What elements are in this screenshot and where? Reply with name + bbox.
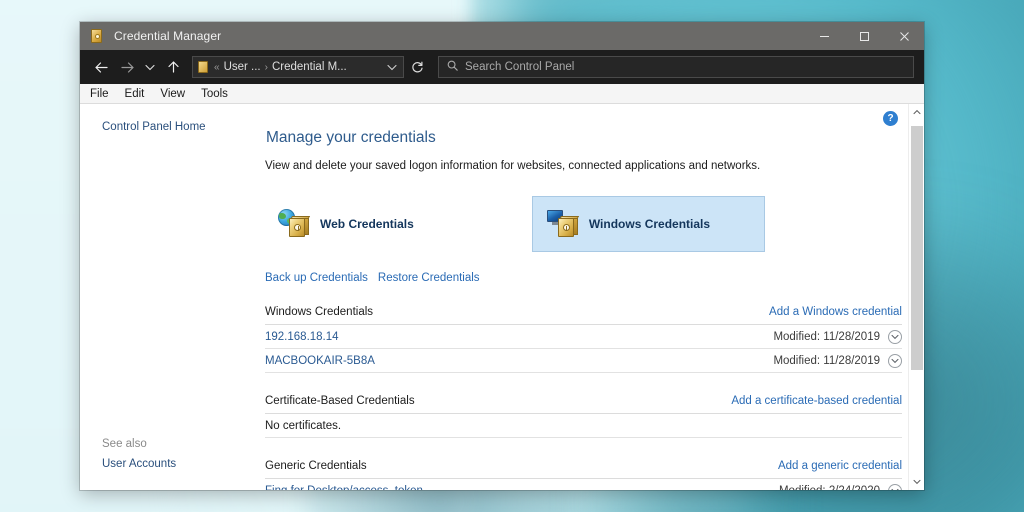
minimize-button[interactable] bbox=[804, 22, 844, 50]
menu-tools[interactable]: Tools bbox=[200, 88, 229, 100]
add-a-certificate-based-credential-link[interactable]: Add a certificate-based credential bbox=[731, 395, 902, 407]
recent-locations-button[interactable] bbox=[140, 54, 160, 80]
table-row[interactable]: 192.168.18.14 Modified: 11/28/2019 bbox=[265, 325, 902, 349]
back-button[interactable] bbox=[88, 54, 114, 80]
table-row[interactable]: MACBOOKAIR-5B8A Modified: 11/28/2019 bbox=[265, 349, 902, 373]
maximize-button[interactable] bbox=[844, 22, 884, 50]
sidebar-item-user-accounts[interactable]: User Accounts bbox=[80, 454, 265, 474]
chevron-down-icon[interactable] bbox=[888, 329, 902, 344]
credential-modified: Modified: 2/24/2020 bbox=[779, 485, 880, 491]
scrollbar-track[interactable] bbox=[908, 120, 924, 474]
page-title: Manage your credentials bbox=[266, 129, 436, 146]
scrollbar-thumb[interactable] bbox=[910, 126, 923, 370]
window-controls bbox=[804, 22, 924, 50]
tile-windows-credentials-label: Windows Credentials bbox=[588, 217, 711, 231]
scroll-down-arrow[interactable] bbox=[909, 474, 925, 490]
section-generic-credentials: Generic Credentials Add a generic creden… bbox=[265, 460, 902, 490]
chevron-down-icon[interactable] bbox=[888, 353, 902, 368]
title-bar: Credential Manager bbox=[80, 22, 924, 50]
back-up-credentials-link[interactable]: Back up Credentials bbox=[265, 272, 368, 284]
section-title: Generic Credentials bbox=[265, 460, 367, 472]
web-credentials-icon bbox=[278, 209, 312, 239]
breadcrumb-separator-icon: › bbox=[264, 61, 268, 73]
see-also-label: See also bbox=[102, 438, 147, 450]
forward-button[interactable] bbox=[114, 54, 140, 80]
help-icon[interactable]: ? bbox=[883, 111, 898, 126]
menu-view[interactable]: View bbox=[159, 88, 186, 100]
main-content: ? Manage your credentials View and delet… bbox=[265, 104, 924, 490]
section-title: Certificate-Based Credentials bbox=[265, 395, 415, 407]
section-title: Windows Credentials bbox=[265, 306, 374, 318]
window-body: Control Panel Home See also User Account… bbox=[80, 104, 924, 490]
section-certificate-based-credentials: Certificate-Based Credentials Add a cert… bbox=[265, 395, 902, 438]
add-a-windows-credential-link[interactable]: Add a Windows credential bbox=[769, 306, 902, 318]
breadcrumb-overflow[interactable]: « bbox=[214, 62, 220, 73]
credential-name[interactable]: MACBOOKAIR-5B8A bbox=[265, 355, 375, 367]
credential-modified: Modified: 11/28/2019 bbox=[773, 354, 880, 367]
vertical-scrollbar[interactable] bbox=[908, 104, 924, 490]
address-bar[interactable]: « User ... › Credential M... bbox=[192, 56, 404, 78]
credential-name[interactable]: Fing for Desktop/access_token bbox=[265, 485, 423, 491]
section-windows-credentials: Windows Credentials Add a Windows creden… bbox=[265, 306, 902, 373]
chevron-down-icon[interactable] bbox=[888, 483, 902, 490]
tile-web-credentials-label: Web Credentials bbox=[320, 217, 414, 231]
menu-file[interactable]: File bbox=[89, 88, 110, 100]
up-button[interactable] bbox=[160, 54, 186, 80]
window-title: Credential Manager bbox=[114, 29, 222, 43]
chevron-down-icon[interactable] bbox=[384, 64, 400, 71]
address-vault-icon bbox=[196, 60, 210, 74]
table-row[interactable]: Fing for Desktop/access_token Modified: … bbox=[265, 479, 902, 490]
close-button[interactable] bbox=[884, 22, 924, 50]
search-icon bbox=[447, 60, 458, 74]
navigation-bar: « User ... › Credential M... bbox=[80, 50, 924, 84]
window-icon bbox=[89, 28, 105, 44]
tile-web-credentials[interactable]: Web Credentials bbox=[265, 196, 429, 252]
credential-modified: Modified: 11/28/2019 bbox=[773, 330, 880, 343]
credential-actions: Back up Credentials Restore Credentials bbox=[265, 272, 902, 284]
windows-credentials-icon bbox=[546, 209, 581, 239]
credential-name[interactable]: 192.168.18.14 bbox=[265, 331, 339, 343]
sidebar-see-also: See also User Accounts bbox=[80, 434, 265, 474]
tile-windows-credentials[interactable]: Windows Credentials bbox=[531, 196, 765, 252]
search-box[interactable] bbox=[438, 56, 914, 78]
empty-state-text: No certificates. bbox=[265, 414, 902, 438]
credential-manager-window: Credential Manager « User ... › Credenti… bbox=[80, 22, 924, 490]
sidebar: Control Panel Home See also User Account… bbox=[80, 104, 265, 490]
restore-credentials-link[interactable]: Restore Credentials bbox=[378, 272, 480, 284]
section-header: Certificate-Based Credentials Add a cert… bbox=[265, 395, 902, 413]
page-subtitle: View and delete your saved logon informa… bbox=[265, 160, 761, 172]
search-input[interactable] bbox=[465, 61, 905, 73]
scroll-up-arrow[interactable] bbox=[909, 104, 925, 120]
breadcrumb-parent[interactable]: User ... bbox=[224, 61, 261, 73]
add-a-generic-credential-link[interactable]: Add a generic credential bbox=[778, 460, 902, 472]
sidebar-item-control-panel-home[interactable]: Control Panel Home bbox=[80, 118, 265, 136]
menu-edit[interactable]: Edit bbox=[124, 88, 146, 100]
breadcrumb-current[interactable]: Credential M... bbox=[272, 61, 347, 73]
section-header: Windows Credentials Add a Windows creden… bbox=[265, 306, 902, 324]
refresh-button[interactable] bbox=[406, 56, 428, 78]
section-header: Generic Credentials Add a generic creden… bbox=[265, 460, 902, 478]
credential-type-tiles: Web Credentials Windows Credentials bbox=[265, 196, 902, 252]
menu-bar: File Edit View Tools bbox=[80, 84, 924, 104]
